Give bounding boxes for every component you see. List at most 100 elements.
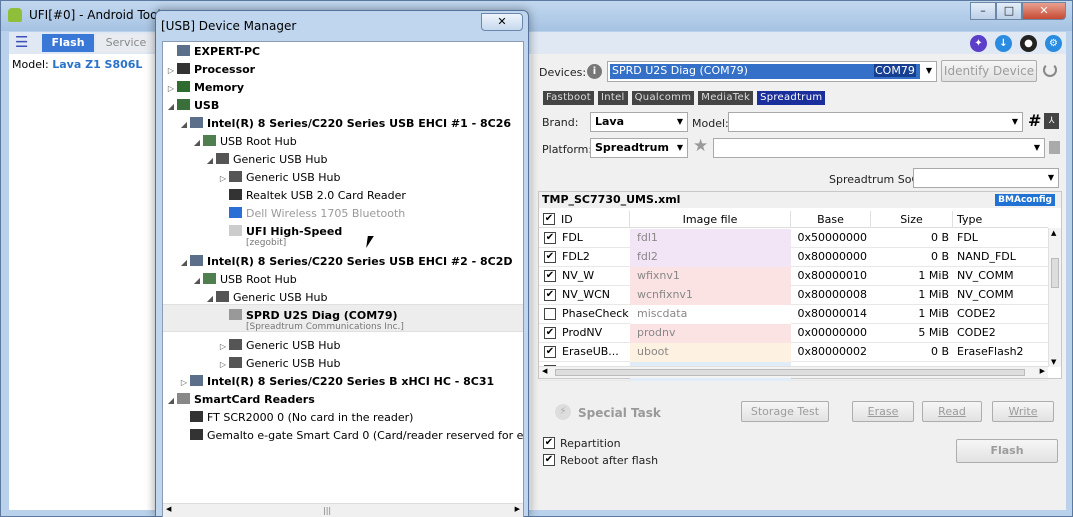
power-icon[interactable] — [1043, 63, 1057, 77]
expand-toggle-icon[interactable]: ▷ — [217, 338, 229, 355]
write-button[interactable]: Write — [992, 401, 1054, 422]
maximize-button[interactable]: □ — [996, 2, 1022, 20]
cell-image-file[interactable]: fdl1 — [630, 229, 791, 248]
model-combo[interactable]: ▼ — [728, 112, 1023, 132]
dialog-close-button[interactable]: ✕ — [481, 13, 523, 31]
table-row[interactable]: ✔ EraseUB... uboot 0x80000002 0 B EraseFlash2 — [539, 343, 1048, 362]
tree-node[interactable]: EXPERT-PC — [165, 43, 260, 60]
select-all-checkbox[interactable]: ✔ — [543, 213, 555, 225]
row-checkbox[interactable]: ✔ — [544, 251, 556, 263]
read-button[interactable]: Read — [922, 401, 982, 422]
expand-toggle-icon[interactable]: ◢ — [191, 272, 203, 289]
bmaconfig-badge[interactable]: BMAconfig — [995, 194, 1055, 206]
tree-node[interactable]: Realtek USB 2.0 Card Reader — [217, 187, 406, 204]
table-row[interactable]: ✔ ProdNV prodnv 0x00000000 5 MiB CODE2 — [539, 324, 1048, 343]
cell-image-file[interactable]: miscdata — [630, 305, 791, 324]
expand-toggle-icon[interactable]: ▷ — [165, 80, 177, 97]
expand-toggle-icon[interactable]: ◢ — [204, 290, 216, 307]
tab-service[interactable]: Service — [96, 34, 156, 52]
row-checkbox[interactable]: ✔ — [544, 270, 556, 282]
tree-node[interactable]: ▷ Generic USB Hub — [217, 337, 340, 354]
expand-toggle-icon[interactable]: ▷ — [217, 356, 229, 373]
tree-node[interactable]: ▷ Generic USB Hub — [217, 169, 340, 186]
subtab-mediatek[interactable]: MediaTek — [698, 91, 754, 105]
download-icon[interactable]: ↓ — [995, 35, 1012, 52]
pdf-icon[interactable]: ⅄ — [1044, 113, 1059, 129]
expand-toggle-icon[interactable]: ◢ — [165, 98, 177, 115]
table-vscrollbar[interactable]: ▲ ▼ — [1048, 228, 1061, 367]
col-base[interactable]: Base — [791, 211, 871, 228]
subtab-intel[interactable]: Intel — [598, 91, 628, 105]
close-button[interactable]: ✕ — [1022, 2, 1066, 20]
subtab-qualcomm[interactable]: Qualcomm — [631, 91, 695, 105]
devices-combo[interactable]: SPRD U2S Diag (COM79) COM79 ▼ — [607, 61, 937, 82]
row-checkbox[interactable]: ✔ — [544, 289, 556, 301]
expand-toggle-icon[interactable]: ◢ — [178, 254, 190, 271]
cell-image-file[interactable]: prodnv — [630, 324, 791, 343]
expand-toggle-icon[interactable]: ◢ — [191, 134, 203, 151]
table-row[interactable]: ✔ NV_W wfixnv1 0x80000010 1 MiB NV_COMM — [539, 267, 1048, 286]
storage-test-button[interactable]: Storage Test — [741, 401, 829, 422]
tree-node[interactable]: Gemalto e-gate Smart Card 0 (Card/reader… — [178, 427, 523, 444]
tree-node[interactable]: ◢ Generic USB Hub — [204, 289, 327, 306]
table-row[interactable]: PhaseCheck miscdata 0x80000014 1 MiB CODE2 — [539, 305, 1048, 324]
table-row[interactable]: ✔ FDL2 fdl2 0x80000000 0 B NAND_FDL — [539, 248, 1048, 267]
col-type[interactable]: Type — [953, 211, 1048, 228]
tree-node[interactable]: FT SCR2000 0 (No card in the reader) — [178, 409, 413, 426]
tree-node[interactable]: ▷ Processor — [165, 61, 255, 78]
tree-node[interactable]: ◢ USB — [165, 97, 219, 114]
row-checkbox[interactable] — [544, 308, 556, 320]
tree-node[interactable]: Dell Wireless 1705 Bluetooth — [217, 205, 405, 222]
identify-device-button[interactable]: Identify Device — [941, 60, 1037, 82]
folder-icon[interactable] — [1049, 141, 1060, 154]
network-icon[interactable]: ✦ — [970, 35, 987, 52]
expand-toggle-icon[interactable]: ◢ — [178, 116, 190, 133]
platform-model-combo[interactable]: ▼ — [713, 138, 1045, 158]
tree-node[interactable]: UFI High-Speed [zegobit] — [217, 223, 342, 248]
tree-node[interactable]: ▷ Memory — [165, 79, 244, 96]
row-checkbox[interactable]: ✔ — [544, 232, 556, 244]
tree-node[interactable]: ◢ USB Root Hub — [191, 133, 297, 150]
hash-icon[interactable]: # — [1028, 111, 1041, 130]
cell-image-file[interactable]: wfixnv1 — [630, 267, 791, 286]
expand-toggle-icon[interactable]: ▷ — [217, 170, 229, 187]
row-checkbox[interactable]: ✔ — [544, 327, 556, 339]
col-image-file[interactable]: Image file — [630, 211, 791, 228]
tree-node[interactable]: ◢ USB Root Hub — [191, 271, 297, 288]
brand-combo[interactable]: Lava ▼ — [590, 112, 688, 132]
cell-image-file[interactable]: uboot — [630, 343, 791, 362]
soc-combo[interactable]: ▼ — [913, 168, 1059, 188]
tree-node[interactable]: SPRD U2S Diag (COM79) [Spreadtrum Communi… — [217, 307, 404, 332]
tab-flash[interactable]: Flash — [42, 34, 94, 52]
info-icon[interactable]: i — [587, 64, 602, 79]
expand-toggle-icon[interactable]: ▷ — [178, 374, 190, 391]
cell-image-file[interactable]: fdl2 — [630, 248, 791, 267]
expand-toggle-icon[interactable]: ◢ — [204, 152, 216, 169]
cell-image-file[interactable]: wcnfixnv1 — [630, 286, 791, 305]
tree-node[interactable]: ◢ SmartCard Readers — [165, 391, 315, 408]
star-icon[interactable]: ★ — [693, 136, 708, 156]
tree-node[interactable]: ◢ Generic USB Hub — [204, 151, 327, 168]
col-size[interactable]: Size — [871, 211, 953, 228]
tree-node[interactable]: ▷ Intel(R) 8 Series/C220 Series B xHCI HC… — [178, 373, 494, 390]
minimize-button[interactable]: – — [970, 2, 996, 20]
repartition-checkbox[interactable]: ✔ — [543, 437, 555, 449]
tree-node[interactable]: ◢ Intel(R) 8 Series/C220 Series USB EHCI … — [178, 253, 513, 270]
platform-combo[interactable]: Spreadtrum ▼ — [590, 138, 688, 158]
settings-icon[interactable]: ⚙ — [1045, 35, 1062, 52]
tree-node[interactable]: ◢ Intel(R) 8 Series/C220 Series USB EHCI … — [178, 115, 511, 132]
table-row[interactable]: ✔ FDL fdl1 0x50000000 0 B FDL — [539, 229, 1048, 248]
expand-toggle-icon[interactable]: ◢ — [165, 392, 177, 409]
tree-hscrollbar[interactable]: ◀ ||| ▶ — [163, 503, 523, 517]
row-checkbox[interactable]: ✔ — [544, 346, 556, 358]
subtab-fastboot[interactable]: Fastboot — [543, 91, 594, 105]
reboot-checkbox[interactable]: ✔ — [543, 454, 555, 466]
erase-button[interactable]: Erase — [852, 401, 914, 422]
usb-icon[interactable]: ● — [1020, 35, 1037, 52]
subtab-spreadtrum[interactable]: Spreadtrum — [757, 91, 826, 105]
special-task-button[interactable]: Special Task — [578, 406, 661, 420]
col-id[interactable]: ID — [557, 211, 630, 228]
table-row[interactable]: ✔ NV_WCN wcnfixnv1 0x80000008 1 MiB NV_COMM — [539, 286, 1048, 305]
expand-toggle-icon[interactable]: ▷ — [165, 62, 177, 79]
flash-button[interactable]: Flash — [956, 439, 1058, 463]
